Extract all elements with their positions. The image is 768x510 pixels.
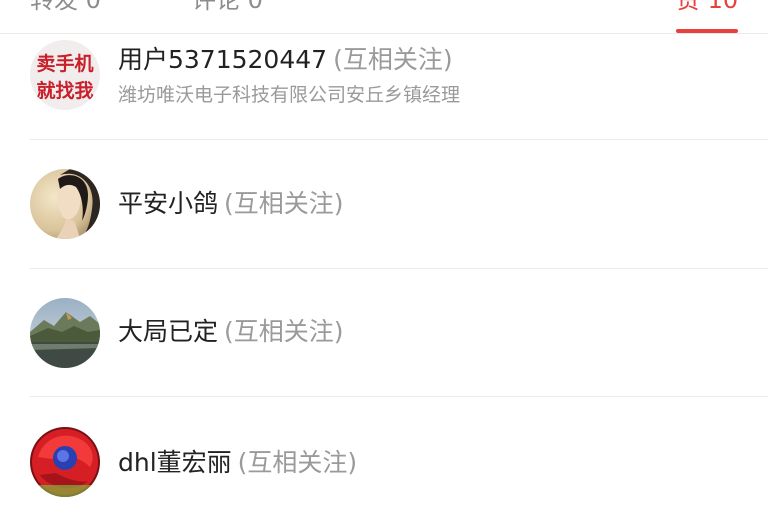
avatar[interactable] <box>30 298 100 368</box>
mutual-follow-label: (互相关注) <box>224 317 344 346</box>
avatar-text-line-2: 就找我 <box>36 79 93 102</box>
user-name-line: 平安小鸽 (互相关注) <box>118 188 344 220</box>
user-name[interactable]: 大局已定 <box>118 317 218 346</box>
user-name-line: 大局已定 (互相关注) <box>118 316 344 348</box>
mutual-follow-label: (互相关注) <box>237 448 358 477</box>
active-tab-indicator <box>676 29 738 33</box>
user-description: 潍坊唯沃电子科技有限公司安丘乡镇经理 <box>118 84 461 106</box>
mountain-lake-avatar-icon <box>30 298 100 368</box>
avatar[interactable] <box>30 169 100 239</box>
red-flower-avatar-icon <box>30 427 100 497</box>
mutual-follow-label: (互相关注) <box>224 189 344 218</box>
red-text-avatar-icon: 卖手机 就找我 <box>30 40 100 110</box>
user-name[interactable]: dhl董宏丽 <box>118 448 232 477</box>
tab-like[interactable]: 赞 10 <box>676 0 738 17</box>
woman-portrait-avatar-icon <box>30 169 100 239</box>
tab-bar: 转发 0 评论 0 赞 10 <box>0 0 768 34</box>
tab-comment[interactable]: 评论 0 <box>192 0 263 17</box>
user-name[interactable]: 平安小鸽 <box>118 189 218 218</box>
avatar[interactable]: 卖手机 就找我 <box>30 40 100 110</box>
avatar[interactable] <box>30 427 100 497</box>
list-item[interactable]: 大局已定 (互相关注) <box>0 268 768 397</box>
user-name-line: 用户5371520447 (互相关注) <box>118 44 453 76</box>
list-item[interactable]: 卖手机 就找我 用户5371520447 (互相关注) 潍坊唯沃电子科技有限公司安… <box>0 34 768 140</box>
list-item[interactable]: 平安小鸽 (互相关注) <box>0 140 768 269</box>
avatar-text-line-1: 卖手机 <box>36 52 93 75</box>
list-item[interactable]: dhl董宏丽 (互相关注) <box>0 397 768 510</box>
user-name[interactable]: 用户5371520447 <box>118 45 327 74</box>
user-name-line: dhl董宏丽 (互相关注) <box>118 447 357 479</box>
tab-repost[interactable]: 转发 0 <box>30 0 101 17</box>
mutual-follow-label: (互相关注) <box>333 45 453 74</box>
